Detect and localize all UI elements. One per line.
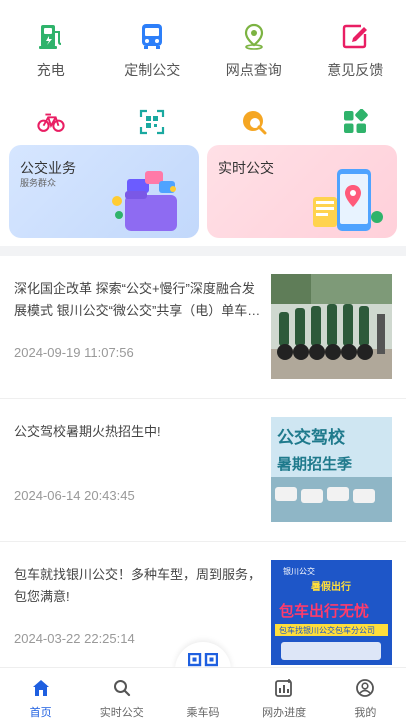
bicycle-icon xyxy=(37,108,65,136)
poster-slogan2: 包车出行无忧 xyxy=(279,602,369,620)
grid-label: 定制公交 xyxy=(124,62,181,78)
grid-item-scan[interactable] xyxy=(102,108,204,136)
news-item[interactable]: 公交驾校暑期火热招生中! 2024-06-14 20:43:45 公交驾校 暑期… xyxy=(0,399,406,542)
news-date: 2024-09-19 11:07:56 xyxy=(14,345,134,360)
user-icon xyxy=(355,678,375,698)
poster-slogan1: 暑假出行 xyxy=(311,580,351,593)
tab-profile[interactable]: 我的 xyxy=(325,668,406,723)
news-date: 2024-03-22 22:25:14 xyxy=(14,631,135,646)
banner-line1: 公交驾校 xyxy=(277,427,346,447)
grid-label: 意见反馈 xyxy=(327,62,384,78)
bus-business-card[interactable]: 公交业务 服务群众 xyxy=(9,145,199,238)
grid-item-search-location[interactable] xyxy=(203,108,305,136)
poster-brand: 银川公交 xyxy=(283,566,315,576)
news-item[interactable]: 深化国企改革 探索“公交+慢行”深度融合发展模式 银川公交“微公交”共享（电）单… xyxy=(0,256,406,399)
search-location-icon xyxy=(240,108,268,136)
home-icon xyxy=(31,678,51,698)
service-grid-row-2 xyxy=(0,108,406,136)
driving-school-banner: 公交驾校 暑期招生季 xyxy=(271,417,392,522)
tab-label: 我的 xyxy=(354,707,377,719)
news-thumbnail: 银川公交 暑假出行 包车出行无忧 包车找银川公交包车分公司 xyxy=(271,560,392,665)
folder-illustration-icon xyxy=(109,167,189,238)
card-subtitle: 服务群众 xyxy=(20,178,57,188)
charging-station-icon xyxy=(37,22,65,50)
apps-grid-icon xyxy=(341,108,369,136)
tab-label: 网办进度 xyxy=(262,707,307,719)
grid-label: 网点查询 xyxy=(225,62,282,78)
tab-label: 实时公交 xyxy=(99,707,144,719)
bus-icon xyxy=(138,22,166,50)
banner-line2: 暑期招生季 xyxy=(277,455,352,473)
search-icon xyxy=(112,678,132,698)
grid-item-feedback[interactable]: 意见反馈 xyxy=(305,22,406,80)
card-title: 实时公交 xyxy=(218,160,274,176)
section-divider xyxy=(0,246,406,256)
poster-footer: 包车找银川公交包车分公司 xyxy=(279,625,375,635)
grid-item-more-apps[interactable] xyxy=(305,108,406,136)
tab-progress[interactable]: 网办进度 xyxy=(244,668,325,723)
grid-item-outlet-search[interactable]: 网点查询 xyxy=(203,22,305,80)
news-title: 包车就找银川公交！多种车型，周到服务，包您满意! xyxy=(14,567,262,604)
bottom-tab-bar: 首页 实时公交 乘车码 网办进度 我的 xyxy=(0,667,406,723)
tab-label: 首页 xyxy=(29,707,52,719)
news-title: 深化国企改革 探索“公交+慢行”深度融合发展模式 银川公交“微公交”共享（电）单… xyxy=(14,281,261,318)
location-pin-icon xyxy=(240,22,268,50)
phone-map-illustration-icon xyxy=(307,167,387,238)
progress-chart-icon xyxy=(274,678,294,698)
grid-item-charging[interactable]: 充电 xyxy=(0,22,102,80)
news-thumbnail: 公交驾校 暑期招生季 xyxy=(271,417,392,522)
grid-item-custom-bus[interactable]: 定制公交 xyxy=(102,22,204,80)
qr-scan-icon xyxy=(138,108,166,136)
service-grid-row-1: 充电 定制公交 网点查询 意见反馈 xyxy=(0,22,406,80)
charter-bus-poster: 银川公交 暑假出行 包车出行无忧 包车找银川公交包车分公司 xyxy=(271,560,392,665)
home-screen: 充电 定制公交 网点查询 意见反馈 公交业务 服务群众 实时公交 深化国企改革 … xyxy=(0,0,406,723)
news-title: 公交驾校暑期火热招生中! xyxy=(14,424,161,439)
grid-item-bicycle[interactable] xyxy=(0,108,102,136)
grid-label: 充电 xyxy=(36,62,65,78)
electric-bikes-photo xyxy=(271,274,392,379)
tab-realtime-bus[interactable]: 实时公交 xyxy=(81,668,162,723)
news-thumbnail xyxy=(271,274,392,379)
tab-label: 乘车码 xyxy=(186,707,220,719)
card-title: 公交业务 xyxy=(20,160,76,176)
realtime-bus-card[interactable]: 实时公交 xyxy=(207,145,397,238)
tab-boarding-code[interactable]: 乘车码 xyxy=(162,668,243,723)
edit-feedback-icon xyxy=(341,22,369,50)
news-date: 2024-06-14 20:43:45 xyxy=(14,488,135,503)
tab-home[interactable]: 首页 xyxy=(0,668,81,723)
